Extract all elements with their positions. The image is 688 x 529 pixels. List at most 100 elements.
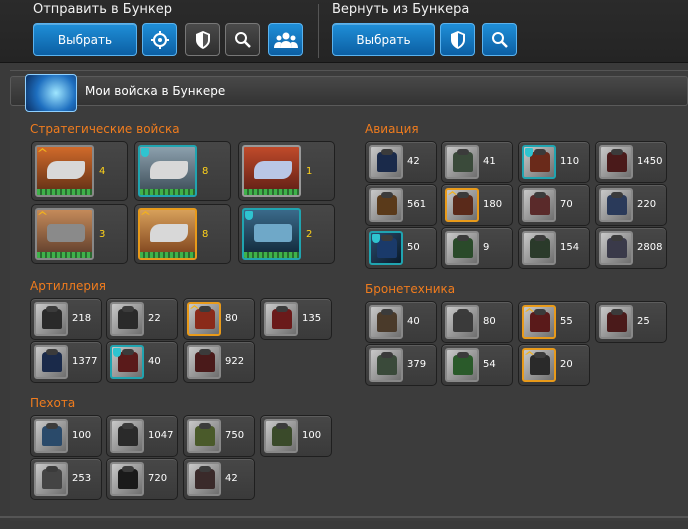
aviation-unit[interactable]: 561 [365,184,437,226]
unit-count: 40 [148,356,161,367]
armor-unit[interactable]: 40 [365,301,437,343]
artillery-unit[interactable]: 135 [260,298,332,340]
send-target-button[interactable] [142,23,177,56]
unit-figure [195,466,215,489]
artillery-unit[interactable]: 1377 [30,341,102,383]
aviation-unit[interactable]: 9 [441,227,513,269]
unit-thumbnail [242,145,301,197]
section-title-infantry: Пехота [30,396,76,410]
bottom-divider [0,516,688,518]
unit-thumbnail [599,305,633,339]
unit-count: 9 [483,242,490,253]
ship-shape [47,161,85,179]
artillery-unit[interactable]: 922 [183,341,255,383]
ship-shape [254,224,292,242]
unit-thumbnail [34,345,68,379]
toolbar-divider [318,4,319,58]
aviation-unit[interactable]: 1450 [595,141,667,183]
unit-count: 55 [560,316,573,327]
aviation-unit[interactable]: 42 [365,141,437,183]
health-bar [140,252,195,258]
ship-shape [150,224,188,242]
unit-count: 20 [560,359,573,370]
unit-figure [118,466,138,489]
unit-figure [118,423,138,446]
aviation-unit[interactable]: 2808 [595,227,667,269]
unit-figure [42,306,62,329]
strategic-unit[interactable]: 8 [134,204,231,264]
strategic-unit[interactable]: 2 [238,204,335,264]
send-search-button[interactable] [225,23,260,56]
unit-figure [377,309,397,332]
shield-icon [450,30,465,49]
unit-thumbnail [35,145,94,197]
aviation-unit[interactable]: 50 [365,227,437,269]
health-bar [244,189,299,195]
infantry-unit[interactable]: 42 [183,458,255,500]
unit-count: 50 [407,242,420,253]
artillery-unit[interactable]: 218 [30,298,102,340]
unit-count: 253 [72,473,92,484]
return-shield-button[interactable] [440,23,475,56]
rank-chevron-icon [38,211,47,215]
strategic-unit[interactable]: 4 [31,141,128,201]
unit-figure [272,306,292,329]
ship-shape [254,161,292,179]
unit-figure [118,349,138,372]
unit-thumbnail [369,145,403,179]
unit-count: 100 [302,430,322,441]
armor-unit[interactable]: 379 [365,344,437,386]
send-select-button[interactable]: Выбрать [33,23,137,56]
armor-unit[interactable]: 20 [518,344,590,386]
shield-badge-icon [113,348,121,357]
infantry-unit[interactable]: 253 [30,458,102,500]
armor-unit[interactable]: 80 [441,301,513,343]
aviation-unit[interactable]: 110 [518,141,590,183]
unit-thumbnail [264,302,298,336]
unit-count: 70 [560,199,573,210]
infantry-unit[interactable]: 720 [106,458,178,500]
armor-unit[interactable]: 54 [441,344,513,386]
unit-thumbnail [522,348,556,382]
strategic-unit[interactable]: 1 [238,141,335,201]
send-title: Отправить в Бункер [33,2,173,17]
unit-count: 2808 [637,242,663,253]
armor-unit[interactable]: 55 [518,301,590,343]
health-bar [244,252,299,258]
infantry-unit[interactable]: 100 [260,415,332,457]
aviation-unit[interactable]: 154 [518,227,590,269]
unit-thumbnail [34,462,68,496]
unit-figure [453,309,473,332]
aviation-unit[interactable]: 41 [441,141,513,183]
infantry-unit[interactable]: 1047 [106,415,178,457]
section-title-artillery: Артиллерия [30,279,106,293]
artillery-unit[interactable]: 22 [106,298,178,340]
return-search-button[interactable] [482,23,517,56]
aviation-unit[interactable]: 220 [595,184,667,226]
aviation-unit[interactable]: 180 [441,184,513,226]
send-group-button[interactable] [268,23,303,56]
artillery-unit[interactable]: 80 [183,298,255,340]
unit-thumbnail [110,302,144,336]
armor-unit[interactable]: 25 [595,301,667,343]
unit-count: 8 [202,166,209,177]
unit-figure [377,149,397,172]
unit-thumbnail [35,208,94,260]
artillery-unit[interactable]: 40 [106,341,178,383]
unit-thumbnail [599,145,633,179]
aviation-unit[interactable]: 70 [518,184,590,226]
unit-thumbnail [34,419,68,453]
unit-count: 41 [483,156,496,167]
infantry-unit[interactable]: 100 [30,415,102,457]
unit-count: 1450 [637,156,663,167]
unit-count: 80 [483,316,496,327]
send-shield-button[interactable] [185,23,220,56]
infantry-unit[interactable]: 750 [183,415,255,457]
return-select-button[interactable]: Выбрать [332,23,435,56]
unit-figure [453,149,473,172]
strategic-unit[interactable]: 3 [31,204,128,264]
ship-shape [47,224,85,242]
unit-count: 25 [637,316,650,327]
unit-count: 750 [225,430,245,441]
strategic-unit[interactable]: 8 [134,141,231,201]
